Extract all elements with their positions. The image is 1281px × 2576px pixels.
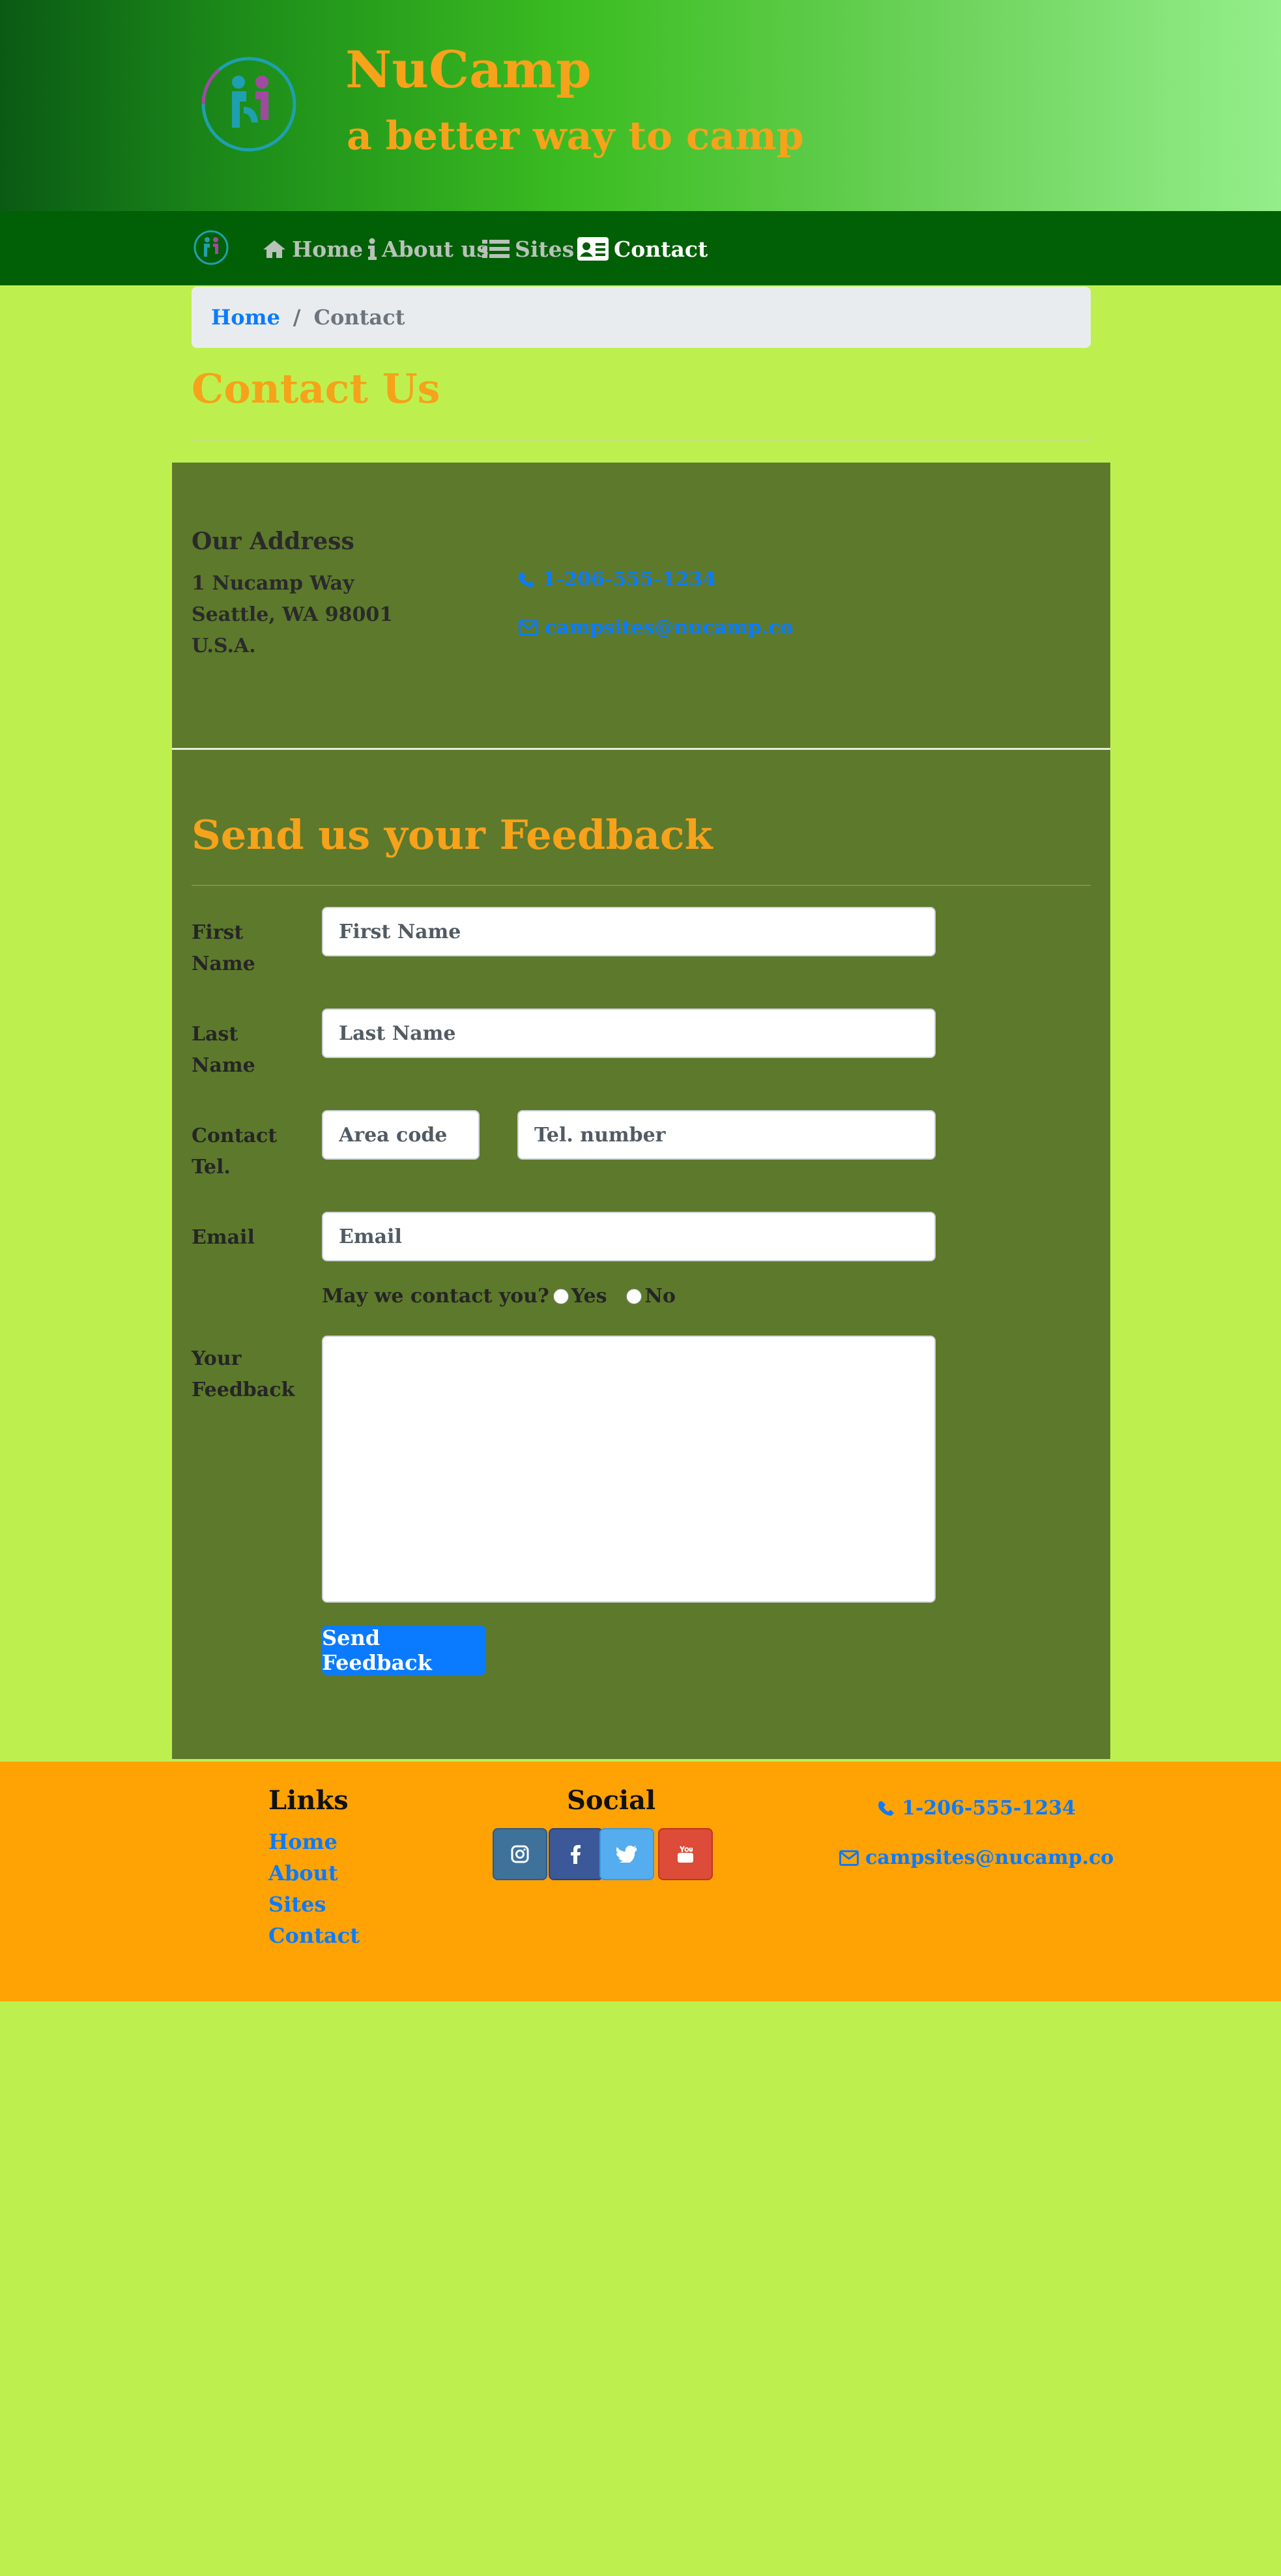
breadcrumb-home-link[interactable]: Home bbox=[211, 305, 280, 330]
list-icon bbox=[482, 240, 510, 258]
nav-contact-label: Contact bbox=[614, 236, 708, 262]
instagram-icon bbox=[511, 1845, 529, 1863]
twitter-icon bbox=[616, 1846, 637, 1863]
navbar: Home About us Sites Contact bbox=[0, 211, 1281, 285]
address-heading: Our Address bbox=[192, 528, 354, 555]
nav-about[interactable]: About us bbox=[367, 231, 489, 267]
first-name-label: First Name bbox=[192, 921, 255, 975]
radio-yes[interactable] bbox=[553, 1288, 569, 1304]
footer-email-link[interactable]: campsites@nucamp.co bbox=[839, 1846, 1114, 1869]
address-email-link[interactable]: campsites@nucamp.co bbox=[519, 616, 793, 639]
phone-icon bbox=[519, 572, 534, 587]
facebook-button[interactable] bbox=[549, 1828, 603, 1880]
send-feedback-button[interactable]: Send Feedback bbox=[322, 1625, 486, 1675]
section-divider bbox=[172, 748, 1110, 750]
last-name-label: Last Name bbox=[192, 1023, 255, 1077]
feedback-textarea[interactable] bbox=[322, 1336, 936, 1603]
feedback-label: Your Feedback bbox=[192, 1347, 295, 1401]
nav-about-label: About us bbox=[382, 236, 489, 262]
home-icon bbox=[263, 240, 285, 258]
address-phone-link[interactable]: 1-206-555-1234 bbox=[519, 568, 716, 591]
radio-yes-label: Yes bbox=[571, 1285, 607, 1308]
envelope-icon bbox=[839, 1850, 859, 1866]
nav-sites-label: Sites bbox=[515, 236, 575, 262]
nav-contact[interactable]: Contact bbox=[577, 231, 708, 267]
nav-home[interactable]: Home bbox=[262, 231, 363, 267]
first-name-input[interactable] bbox=[322, 907, 936, 956]
address-email-text: campsites@nucamp.co bbox=[545, 616, 794, 639]
facebook-icon bbox=[571, 1845, 581, 1864]
contact-panel: Our Address 1 Nucamp Way Seattle, WA 980… bbox=[172, 463, 1110, 1759]
address-card-icon bbox=[577, 237, 609, 261]
breadcrumb-current: Contact bbox=[313, 305, 405, 330]
info-icon bbox=[368, 238, 377, 260]
footer-link-about[interactable]: About bbox=[268, 1861, 338, 1885]
address-line: Seattle, WA 98001 bbox=[192, 603, 394, 626]
footer-phone-link[interactable]: 1-206-555-1234 bbox=[878, 1797, 1076, 1820]
footer-link-home[interactable]: Home bbox=[268, 1829, 338, 1854]
address-phone-text: 1-206-555-1234 bbox=[542, 568, 716, 591]
area-code-input[interactable] bbox=[322, 1110, 480, 1160]
site-tagline: a better way to camp bbox=[347, 113, 804, 159]
feedback-heading: Send us your Feedback bbox=[192, 811, 713, 859]
address-line: U.S.A. bbox=[192, 635, 256, 657]
radio-no-label: No bbox=[644, 1285, 676, 1308]
instagram-button[interactable] bbox=[493, 1828, 547, 1880]
breadcrumb-separator: / bbox=[293, 305, 301, 330]
radio-no[interactable] bbox=[626, 1288, 642, 1304]
envelope-icon bbox=[519, 620, 538, 636]
site-footer: Links Home About Sites Contact Social 1-… bbox=[0, 1762, 1281, 2001]
last-name-input[interactable] bbox=[322, 1009, 936, 1058]
contact-question: May we contact you? bbox=[322, 1285, 549, 1308]
email-input[interactable] bbox=[322, 1212, 936, 1261]
youtube-icon bbox=[678, 1846, 693, 1863]
footer-links-heading: Links bbox=[268, 1785, 349, 1816]
divider bbox=[192, 885, 1091, 886]
twitter-button[interactable] bbox=[599, 1828, 654, 1880]
footer-link-contact[interactable]: Contact bbox=[268, 1923, 360, 1948]
footer-email-text: campsites@nucamp.co bbox=[865, 1846, 1114, 1869]
footer-phone-text: 1-206-555-1234 bbox=[902, 1797, 1076, 1820]
nav-home-label: Home bbox=[292, 236, 364, 262]
site-title: NuCamp bbox=[345, 40, 592, 100]
phone-icon bbox=[878, 1801, 894, 1816]
nav-logo[interactable] bbox=[193, 229, 229, 266]
footer-social-heading: Social bbox=[567, 1785, 656, 1816]
nav-sites[interactable]: Sites bbox=[482, 231, 574, 267]
address-line: 1 Nucamp Way bbox=[192, 572, 354, 595]
youtube-button[interactable] bbox=[658, 1828, 713, 1880]
divider bbox=[192, 440, 1091, 441]
page-title: Contact Us bbox=[192, 365, 440, 412]
footer-link-sites[interactable]: Sites bbox=[268, 1892, 326, 1917]
site-header: NuCamp a better way to camp bbox=[0, 0, 1281, 211]
tel-number-input[interactable] bbox=[517, 1110, 936, 1160]
email-label: Email bbox=[192, 1226, 255, 1249]
nucamp-logo bbox=[201, 57, 296, 152]
breadcrumb: Home / Contact bbox=[192, 287, 1091, 348]
contact-permission-row: May we contact you? Yes No bbox=[322, 1285, 676, 1308]
contact-tel-label: Contact Tel. bbox=[192, 1124, 278, 1179]
